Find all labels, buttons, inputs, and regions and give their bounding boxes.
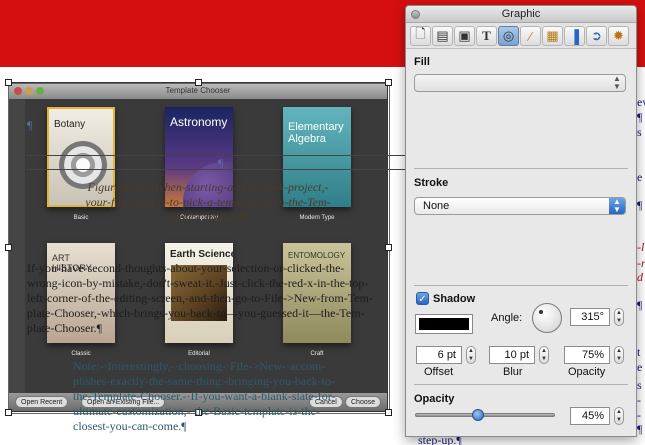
inspector-toolbar: 🗋 ▤ ▣ T ◎ ∕ ▦ ▐ ➲ ✹ <box>406 23 636 49</box>
popup-arrows-icon: ▲ ▼ <box>609 198 625 214</box>
text-icon[interactable]: T <box>476 26 497 46</box>
resize-handle-mr[interactable] <box>385 244 392 251</box>
figure-caption: Figure-x-xx.:-When-starting-a-new-book-p… <box>85 180 331 224</box>
document-text-fragment: ¶ <box>637 110 643 124</box>
blur-stepper[interactable]: ▲ ▼ <box>539 346 549 364</box>
fill-popup[interactable]: ▲ ▼ <box>414 74 626 92</box>
inspector-title: Graphic <box>501 8 541 20</box>
shadow-checkbox[interactable]: ✓ <box>416 292 429 305</box>
quicktime-icon[interactable]: ✹ <box>608 26 629 46</box>
document-text-fragment: d <box>637 270 643 284</box>
offset-stepper[interactable]: ▲ ▼ <box>466 346 476 364</box>
document-text-fragment: s <box>637 378 642 392</box>
layout-icon[interactable]: ▤ <box>432 26 453 46</box>
document-text-fragment: ew <box>637 95 645 109</box>
document-text-fragment: e <box>637 170 643 184</box>
document-text-fragment: ¶ <box>637 298 643 312</box>
body-paragraph: If-you-have-second-thoughts-about-your-s… <box>27 261 373 335</box>
document-icon[interactable]: 🗋 <box>410 26 431 46</box>
document-text-fragment: ¶ <box>637 198 643 212</box>
opacity-field[interactable]: 45% <box>570 407 610 425</box>
shadow-color-well[interactable] <box>415 314 473 334</box>
shadow-opacity-stepper[interactable]: ▲ ▼ <box>614 346 624 364</box>
inspector-titlebar: Graphic <box>406 6 636 23</box>
stroke-popup[interactable]: None ▲ ▼ <box>414 197 626 215</box>
wrap-icon[interactable]: ▣ <box>454 26 475 46</box>
table-icon[interactable]: ▦ <box>542 26 563 46</box>
offset-field[interactable]: 6 pt <box>416 346 462 364</box>
offset-label: Offset <box>424 366 454 378</box>
document-text-fragment: ¶ <box>637 422 643 436</box>
document-text-fragment: -li <box>637 240 645 254</box>
blur-label: Blur <box>503 366 523 378</box>
opacity-slider-thumb[interactable] <box>472 409 484 421</box>
resize-handle-br[interactable] <box>385 409 392 416</box>
angle-knob[interactable] <box>532 303 562 333</box>
document-text-fragment: - <box>637 408 641 422</box>
chart-icon[interactable]: ▐ <box>564 26 585 46</box>
hyperlink-icon[interactable]: ➲ <box>586 26 607 46</box>
document-text-fragment: e <box>637 360 643 374</box>
close-icon[interactable] <box>411 10 420 19</box>
document-text-fragment: -r <box>637 256 645 270</box>
opacity-label: Opacity <box>414 393 455 405</box>
resize-handle-tr[interactable] <box>385 79 392 86</box>
note-paragraph: Note:-·Interestingly,-·choosing-·File->N… <box>73 359 336 433</box>
document-text-fragment: s <box>637 125 642 139</box>
pages-window: ew¶se¶-li-rd¶tes--¶ step-up.¶ Template C… <box>0 0 645 445</box>
shadow-opacity-field[interactable]: 75% <box>564 346 610 364</box>
resize-handle-tl[interactable] <box>5 79 12 86</box>
graphic-inspector: Graphic 🗋 ▤ ▣ T ◎ ∕ ▦ ▐ ➲ ✹ Fill ▲ ▼ Stro… <box>405 5 637 437</box>
blur-field[interactable]: 10 pt <box>489 346 535 364</box>
resize-handle-ml[interactable] <box>5 244 12 251</box>
shadow-opacity-label: Opacity <box>568 366 606 378</box>
angle-label: Angle: <box>491 312 523 324</box>
opacity-slider-track[interactable] <box>415 413 555 417</box>
pilcrow: ¶ <box>218 156 224 170</box>
opacity-stepper[interactable]: ▲ ▼ <box>614 407 624 425</box>
graphic-icon[interactable]: ◎ <box>498 26 519 46</box>
metrics-icon[interactable]: ∕ <box>520 26 541 46</box>
shadow-label: Shadow <box>433 293 476 305</box>
angle-field[interactable]: 315° <box>570 308 610 326</box>
document-text-fragment: t <box>637 345 641 359</box>
pilcrow: ¶ <box>27 118 33 132</box>
stroke-label: Stroke <box>414 177 449 189</box>
fill-label: Fill <box>414 56 430 68</box>
popup-arrows-icon: ▲ ▼ <box>613 74 621 91</box>
angle-stepper[interactable]: ▲ ▼ <box>614 308 624 326</box>
resize-handle-tc[interactable] <box>195 79 202 86</box>
text-line-guide <box>26 155 406 170</box>
document-text-fragment: - <box>637 393 641 407</box>
resize-handle-bl[interactable] <box>5 409 12 416</box>
